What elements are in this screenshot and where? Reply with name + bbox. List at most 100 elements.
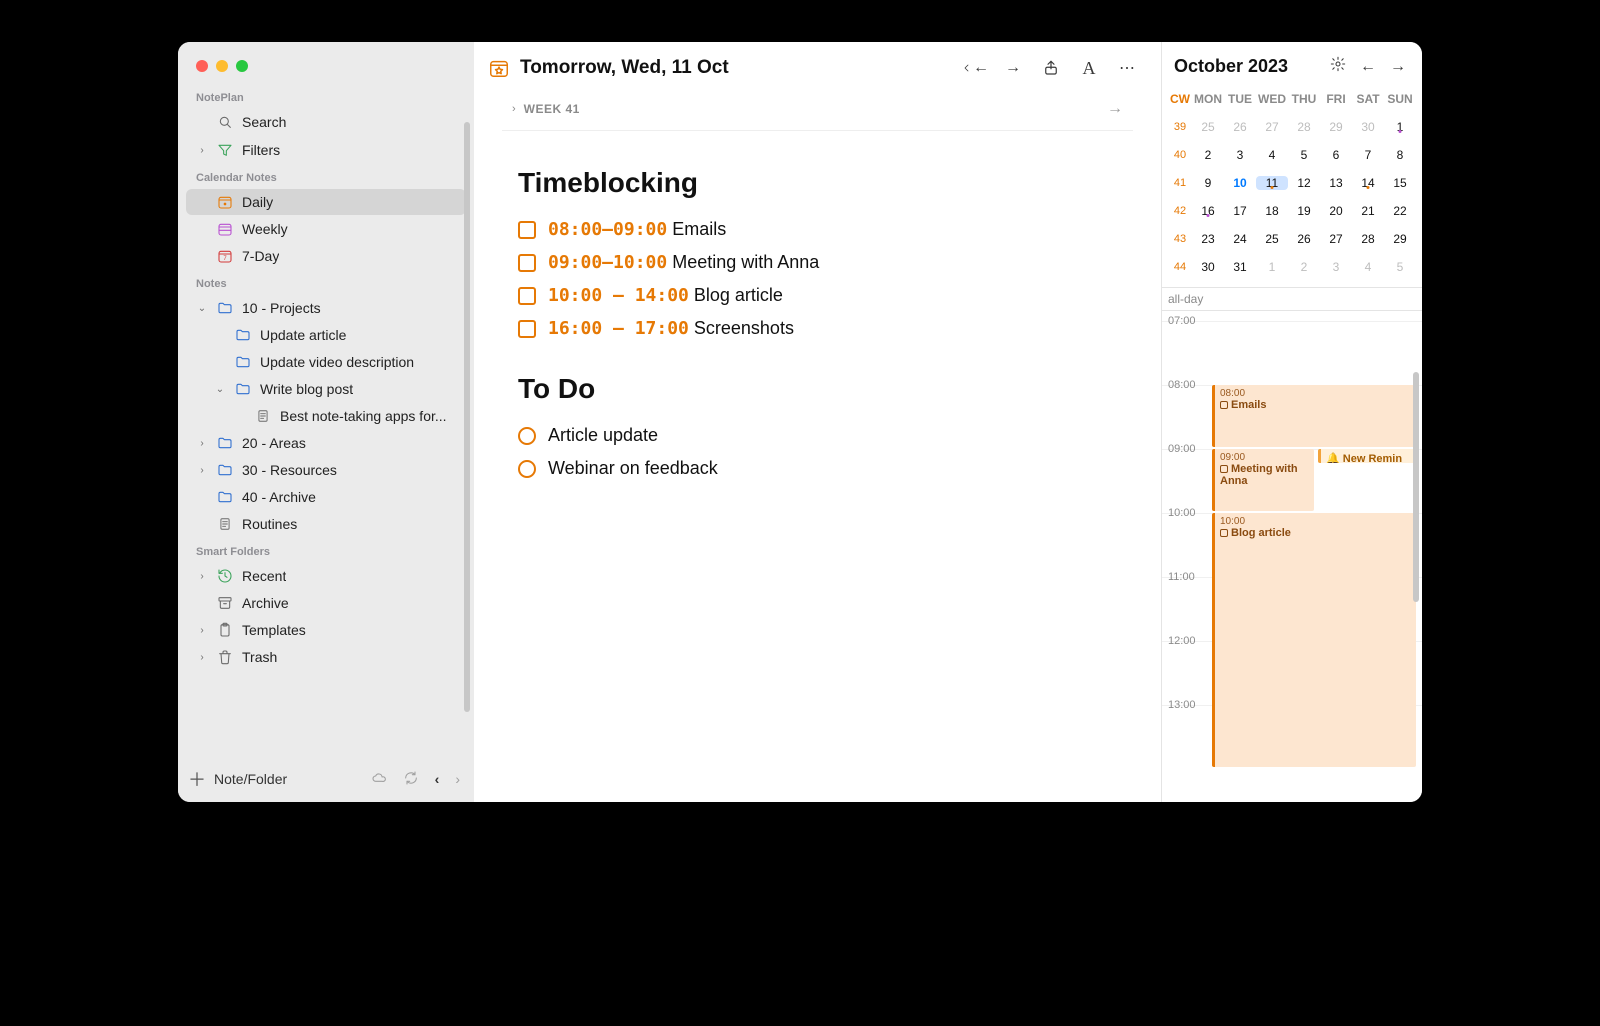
share-icon[interactable]: [1037, 54, 1065, 82]
month-label[interactable]: October 2023: [1174, 56, 1288, 77]
cal-prev-button[interactable]: ←: [1356, 56, 1380, 78]
calendar-day[interactable]: 1: [1256, 260, 1288, 274]
refresh-icon[interactable]: [399, 768, 423, 791]
week-number[interactable]: 44: [1168, 261, 1192, 273]
task-row[interactable]: 16:00 – 17:00 Screenshots: [518, 312, 1117, 345]
bullet-circle-icon[interactable]: [518, 460, 536, 478]
reminder-event[interactable]: 🔔 New Remin: [1318, 449, 1416, 463]
calendar-day[interactable]: 14: [1352, 176, 1384, 190]
week-number[interactable]: 39: [1168, 121, 1192, 133]
sidebar-item[interactable]: Routines: [186, 511, 466, 537]
sidebar-item-templates[interactable]: › Templates: [186, 617, 466, 643]
week-number[interactable]: 40: [1168, 149, 1192, 161]
week-number[interactable]: 43: [1168, 233, 1192, 245]
chevron-right-icon[interactable]: ›: [196, 625, 208, 636]
nav-back-button[interactable]: ←: [961, 54, 989, 82]
timeline[interactable]: 07:0008:0009:0010:0011:0012:0013:0008:00…: [1162, 311, 1422, 802]
calendar-event[interactable]: 09:00 Meeting with Anna: [1212, 449, 1314, 511]
sidebar-item-trash[interactable]: › Trash: [186, 644, 466, 670]
sidebar-item-archive[interactable]: Archive: [186, 590, 466, 616]
sidebar-scrollbar[interactable]: [464, 122, 470, 712]
filters-row[interactable]: › Filters: [186, 137, 466, 163]
document-body[interactable]: Timeblocking08:00–09:00 Emails09:00–10:0…: [474, 131, 1161, 521]
calendar-day[interactable]: 7: [1352, 148, 1384, 162]
calendar-day[interactable]: 5: [1384, 260, 1416, 274]
sidebar-item-daily[interactable]: Daily: [186, 189, 466, 215]
collapse-left-icon[interactable]: ‹: [431, 769, 444, 789]
calendar-day[interactable]: 23: [1192, 232, 1224, 246]
sidebar-item[interactable]: Update video description: [186, 349, 466, 375]
checkbox-icon[interactable]: [518, 221, 536, 239]
chevron-icon[interactable]: ›: [196, 438, 208, 449]
minimize-button[interactable]: [216, 60, 228, 72]
task-row[interactable]: Webinar on feedback: [518, 452, 1117, 485]
calendar-event[interactable]: 08:00 Emails: [1212, 385, 1416, 447]
calendar-day[interactable]: 27: [1320, 232, 1352, 246]
plus-icon[interactable]: ＋: [188, 766, 206, 792]
calendar-day[interactable]: 19: [1288, 204, 1320, 218]
calendar-day[interactable]: 2: [1192, 148, 1224, 162]
calendar-day[interactable]: 16: [1192, 204, 1224, 218]
sidebar-item[interactable]: › 20 - Areas: [186, 430, 466, 456]
calendar-day[interactable]: 29: [1320, 120, 1352, 134]
search-row[interactable]: Search: [186, 109, 466, 135]
calendar-day[interactable]: 13: [1320, 176, 1352, 190]
task-row[interactable]: 10:00 – 14:00 Blog article: [518, 279, 1117, 312]
calendar-day[interactable]: 12: [1288, 176, 1320, 190]
gear-icon[interactable]: [1326, 54, 1350, 79]
font-icon[interactable]: A: [1075, 54, 1103, 82]
checkbox-icon[interactable]: [518, 254, 536, 272]
goto-arrow-icon[interactable]: →: [1107, 100, 1123, 118]
calendar-day[interactable]: 28: [1352, 232, 1384, 246]
sidebar-item[interactable]: ⌄ Write blog post: [186, 376, 466, 402]
calendar-day[interactable]: 18: [1256, 204, 1288, 218]
calendar-day[interactable]: 5: [1288, 148, 1320, 162]
week-label[interactable]: WEEK 41: [524, 102, 580, 116]
checkbox-icon[interactable]: [518, 320, 536, 338]
calendar-day[interactable]: 1: [1384, 120, 1416, 134]
mini-calendar[interactable]: CWMONTUEWEDTHUFRISATSUN39252627282930140…: [1162, 85, 1422, 287]
calendar-scrollbar[interactable]: [1413, 372, 1419, 602]
chevron-right-icon[interactable]: ›: [512, 103, 516, 115]
calendar-day[interactable]: 3: [1224, 148, 1256, 162]
maximize-button[interactable]: [236, 60, 248, 72]
week-number[interactable]: 42: [1168, 205, 1192, 217]
calendar-day[interactable]: 30: [1352, 120, 1384, 134]
calendar-day[interactable]: 30: [1192, 260, 1224, 274]
calendar-day[interactable]: 28: [1288, 120, 1320, 134]
calendar-day[interactable]: 27: [1256, 120, 1288, 134]
calendar-day[interactable]: 4: [1256, 148, 1288, 162]
calendar-day[interactable]: 26: [1224, 120, 1256, 134]
nav-forward-button[interactable]: →: [999, 54, 1027, 82]
calendar-day[interactable]: 10: [1224, 176, 1256, 190]
chevron-right-icon[interactable]: ›: [196, 652, 208, 663]
sidebar-item[interactable]: › 30 - Resources: [186, 457, 466, 483]
calendar-day[interactable]: 8: [1384, 148, 1416, 162]
checkbox-icon[interactable]: [518, 287, 536, 305]
calendar-day[interactable]: 17: [1224, 204, 1256, 218]
calendar-day[interactable]: 20: [1320, 204, 1352, 218]
sidebar-item-7-day[interactable]: 7 7-Day: [186, 243, 466, 269]
new-note-label[interactable]: Note/Folder: [214, 771, 287, 787]
calendar-day[interactable]: 21: [1352, 204, 1384, 218]
week-number[interactable]: 41: [1168, 177, 1192, 189]
close-button[interactable]: [196, 60, 208, 72]
sidebar-item-recent[interactable]: › Recent: [186, 563, 466, 589]
calendar-day[interactable]: 15: [1384, 176, 1416, 190]
calendar-day[interactable]: 9: [1192, 176, 1224, 190]
cal-next-button[interactable]: →: [1386, 56, 1410, 78]
more-icon[interactable]: ⋯: [1113, 54, 1141, 82]
chevron-icon[interactable]: ›: [196, 465, 208, 476]
calendar-day[interactable]: 29: [1384, 232, 1416, 246]
calendar-day[interactable]: 22: [1384, 204, 1416, 218]
calendar-day[interactable]: 24: [1224, 232, 1256, 246]
chevron-right-icon[interactable]: ›: [196, 571, 208, 582]
task-row[interactable]: 09:00–10:00 Meeting with Anna: [518, 246, 1117, 279]
calendar-event[interactable]: 10:00 Blog article: [1212, 513, 1416, 767]
calendar-day[interactable]: 25: [1192, 120, 1224, 134]
calendar-day[interactable]: 4: [1352, 260, 1384, 274]
collapse-right-icon[interactable]: ›: [451, 769, 464, 789]
calendar-day[interactable]: 3: [1320, 260, 1352, 274]
cloud-icon[interactable]: [367, 768, 391, 791]
sidebar-item[interactable]: Update article: [186, 322, 466, 348]
